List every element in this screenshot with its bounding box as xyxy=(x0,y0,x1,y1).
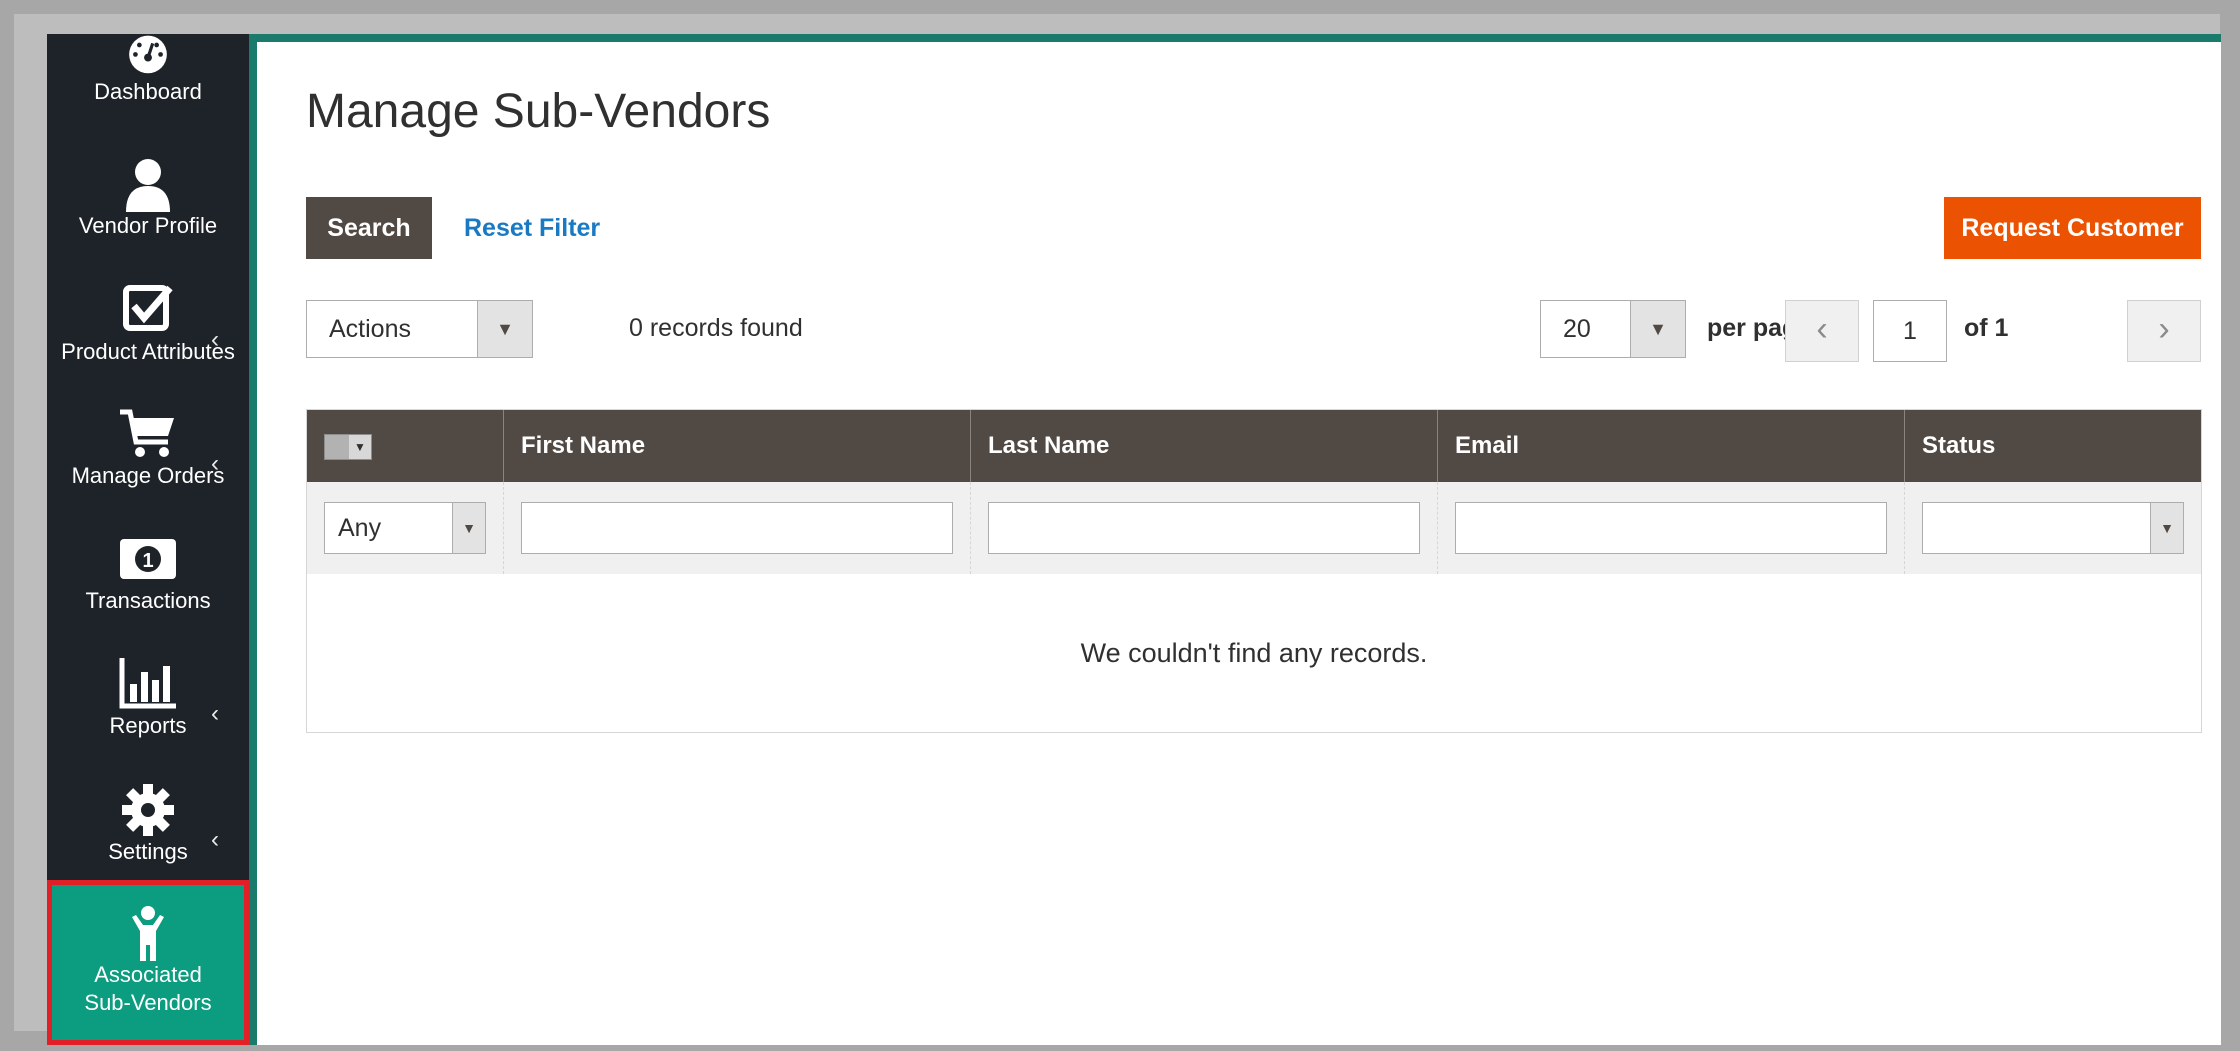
reset-filter-link[interactable]: Reset Filter xyxy=(464,214,600,243)
sidebar-item-product-attributes[interactable]: Product Attributes ‹ xyxy=(47,282,249,366)
column-header-last-name[interactable]: Last Name xyxy=(970,410,1437,482)
chevron-down-icon: ▼ xyxy=(452,503,485,553)
top-accent-border xyxy=(249,34,2221,42)
filter-cell-mass-select: Any ▼ xyxy=(307,482,503,574)
main-content: Manage Sub-Vendors Search Reset Filter R… xyxy=(257,42,2221,1045)
sidebar-item-reports[interactable]: Reports ‹ xyxy=(47,656,249,740)
filter-cell-first-name xyxy=(503,482,970,574)
banknote-icon: 1 xyxy=(120,539,176,579)
filter-cell-last-name xyxy=(970,482,1437,574)
email-filter-input[interactable] xyxy=(1455,502,1887,554)
sidebar-accent-border xyxy=(249,34,257,1045)
chevron-down-icon: ▼ xyxy=(1630,301,1685,357)
dashboard-gauge-icon xyxy=(129,35,167,74)
total-pages: of 1 xyxy=(1964,314,2009,342)
sidebar-item-label: Vendor Profile xyxy=(78,213,218,238)
gear-icon xyxy=(122,784,174,836)
next-page-button[interactable]: › xyxy=(2127,300,2201,362)
grid-header-row: ▼ First Name Last Name Email Status xyxy=(307,410,2201,482)
sub-vendors-grid: ▼ First Name Last Name Email Status Any … xyxy=(306,409,2202,733)
grid-filter-row: Any ▼ ▼ xyxy=(307,482,2201,574)
request-customer-button[interactable]: Request Customer xyxy=(1944,197,2201,259)
column-header-status[interactable]: Status xyxy=(1904,410,2201,482)
mass-select-header: ▼ xyxy=(307,410,503,482)
last-name-filter-input[interactable] xyxy=(988,502,1420,554)
sidebar-item-dashboard[interactable]: Dashboard xyxy=(47,34,249,106)
mass-select-filter-value: Any xyxy=(338,514,382,542)
chevron-right-icon: › xyxy=(2158,310,2170,348)
screenshot-frame-inner: Dashboard Vendor Profile Product Attribu… xyxy=(14,14,2221,1045)
user-icon xyxy=(126,159,170,212)
chevron-left-icon: ‹ xyxy=(211,826,219,853)
actions-select-value: Actions xyxy=(329,315,411,343)
sidebar-item-label: Associated xyxy=(94,962,202,987)
chevron-left-icon: ‹ xyxy=(211,700,219,727)
screenshot-frame: Dashboard Vendor Profile Product Attribu… xyxy=(0,0,2240,1051)
sidebar-item-associated-sub-vendors[interactable]: Associated Sub-Vendors xyxy=(47,880,249,1045)
mass-select-checkbox[interactable]: ▼ xyxy=(324,434,372,460)
sidebar-item-vendor-profile[interactable]: Vendor Profile xyxy=(47,156,249,240)
chevron-down-icon: ▼ xyxy=(2150,503,2183,553)
svg-text:1: 1 xyxy=(142,550,153,572)
bar-chart-icon xyxy=(119,658,176,709)
column-header-first-name[interactable]: First Name xyxy=(503,410,970,482)
sidebar-item-manage-orders[interactable]: Manage Orders ‹ xyxy=(47,406,249,490)
app-window: Dashboard Vendor Profile Product Attribu… xyxy=(47,34,2221,1045)
chevron-down-icon: ▼ xyxy=(349,435,371,459)
column-header-email[interactable]: Email xyxy=(1437,410,1904,482)
mass-select-filter[interactable]: Any ▼ xyxy=(324,502,486,554)
sidebar-item-label: Dashboard xyxy=(94,79,202,104)
chevron-left-icon: ‹ xyxy=(211,326,219,353)
actions-select[interactable]: Actions ▼ xyxy=(306,300,533,358)
checkbox-icon xyxy=(123,285,173,331)
search-button[interactable]: Search xyxy=(306,197,432,259)
empty-grid-message: We couldn't find any records. xyxy=(1080,638,1428,668)
person-icon xyxy=(132,906,164,961)
current-page-input[interactable]: 1 xyxy=(1873,300,1947,362)
status-filter-select[interactable]: ▼ xyxy=(1922,502,2184,554)
filter-cell-email xyxy=(1437,482,1904,574)
per-page-select[interactable]: 20 ▼ xyxy=(1540,300,1686,358)
records-found-count: 0 records found xyxy=(629,314,803,342)
chevron-left-icon: ‹ xyxy=(211,450,219,477)
chevron-left-icon: ‹ xyxy=(1816,310,1828,348)
shopping-cart-icon xyxy=(120,409,174,457)
sidebar-item-content: Associated Sub-Vendors xyxy=(47,905,249,1017)
chevron-down-icon: ▼ xyxy=(477,301,532,357)
first-name-filter-input[interactable] xyxy=(521,502,953,554)
sidebar-item-label: Transactions xyxy=(85,588,211,613)
sidebar-item-transactions[interactable]: 1 Transactions xyxy=(47,531,249,615)
page-title: Manage Sub-Vendors xyxy=(306,85,771,138)
previous-page-button[interactable]: ‹ xyxy=(1785,300,1859,362)
filter-cell-status: ▼ xyxy=(1904,482,2201,574)
per-page-value: 20 xyxy=(1563,315,1591,343)
sidebar: Dashboard Vendor Profile Product Attribu… xyxy=(47,34,249,1045)
sidebar-item-label: Sub-Vendors xyxy=(84,990,212,1015)
sidebar-item-settings[interactable]: Settings ‹ xyxy=(47,782,249,866)
